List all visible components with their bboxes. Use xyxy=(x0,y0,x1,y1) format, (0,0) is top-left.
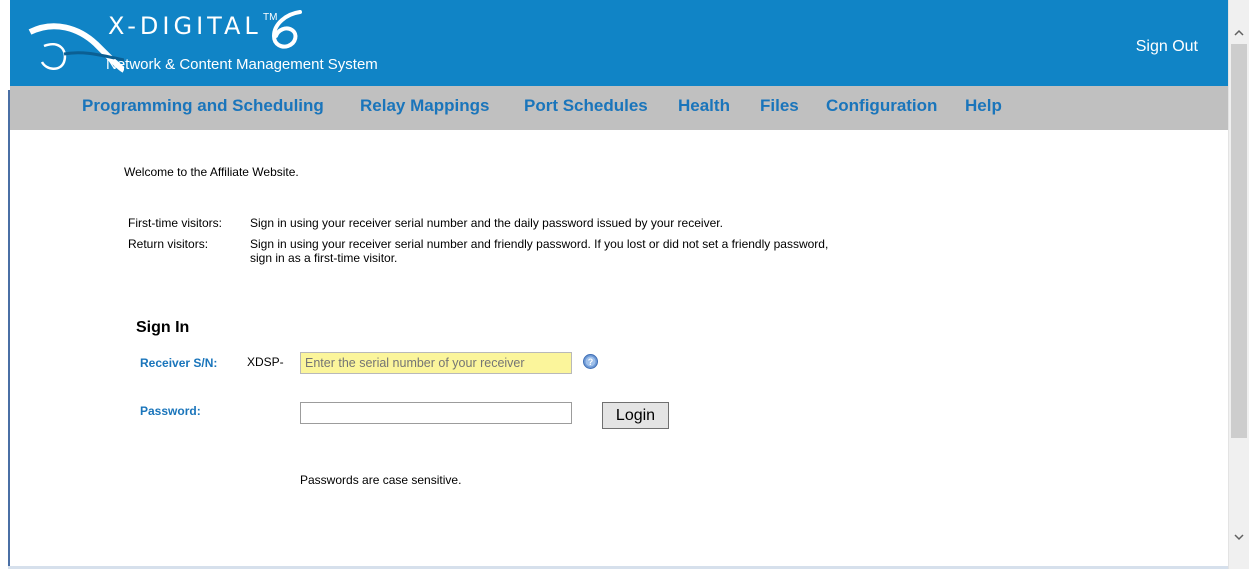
sign-in-heading: Sign In xyxy=(136,319,190,336)
password-label: Password: xyxy=(140,404,201,418)
serial-prefix: XDSP- xyxy=(247,355,284,369)
nav-item-files[interactable]: Files xyxy=(760,96,799,116)
scroll-down-icon[interactable] xyxy=(1232,530,1246,544)
svg-text:?: ? xyxy=(588,357,594,367)
receiver-sn-label: Receiver S/N: xyxy=(140,356,218,370)
header-banner: X-DIGITAL TM Network & Content Managemen… xyxy=(10,0,1228,86)
window-left-edge xyxy=(8,90,10,569)
scrollbar-thumb[interactable] xyxy=(1231,44,1247,438)
scroll-up-icon[interactable] xyxy=(1232,26,1246,40)
return-label: Return visitors: xyxy=(128,237,209,251)
main-content: Welcome to the Affiliate Website. First-… xyxy=(10,130,1228,566)
welcome-text: Welcome to the Affiliate Website. xyxy=(124,165,299,179)
help-icon[interactable]: ? xyxy=(583,354,598,369)
serial-number-input[interactable] xyxy=(300,352,572,374)
nav-item-health[interactable]: Health xyxy=(678,96,730,116)
nav-item-relay-mappings[interactable]: Relay Mappings xyxy=(360,96,489,116)
first-time-text: Sign in using your receiver serial numbe… xyxy=(250,216,723,230)
browser-page: X-DIGITAL TM Network & Content Managemen… xyxy=(0,0,1249,569)
nav-item-port-schedules[interactable]: Port Schedules xyxy=(524,96,648,116)
case-sensitive-note: Passwords are case sensitive. xyxy=(300,473,462,487)
nav-item-configuration[interactable]: Configuration xyxy=(826,96,937,116)
password-field[interactable] xyxy=(300,402,572,424)
logo-subtitle: Network & Content Management System xyxy=(106,56,378,73)
sign-out-link[interactable]: Sign Out xyxy=(1136,38,1198,56)
logo-title: X-DIGITAL xyxy=(108,12,262,40)
login-button[interactable]: Login xyxy=(602,402,669,429)
main-nav: Programming and Scheduling Relay Mapping… xyxy=(10,86,1228,130)
first-time-label: First-time visitors: xyxy=(128,216,222,230)
nav-item-help[interactable]: Help xyxy=(965,96,1002,116)
vertical-scrollbar[interactable] xyxy=(1228,0,1249,569)
nav-item-programming-and-scheduling[interactable]: Programming and Scheduling xyxy=(82,96,324,116)
logo-six-icon xyxy=(271,10,302,49)
return-text: Sign in using your receiver serial numbe… xyxy=(250,237,829,265)
